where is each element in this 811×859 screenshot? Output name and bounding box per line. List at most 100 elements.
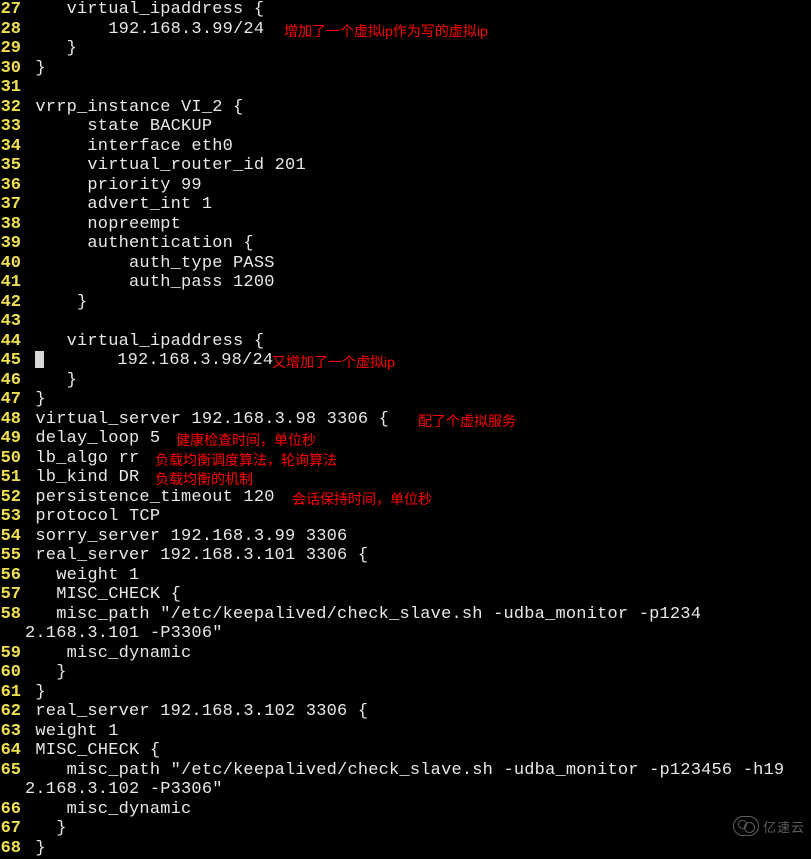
annotation-text: 增加了一个虚拟ip作为写的虚拟ip (284, 21, 488, 41)
code-text: 192.168.3.98/24 (44, 351, 273, 370)
code-text: } (25, 683, 46, 702)
code-text: auth_pass 1200 (25, 273, 275, 292)
code-text: advert_int 1 (25, 195, 212, 214)
code-line[interactable]: 59 misc_dynamic (0, 644, 811, 664)
code-text: priority 99 (25, 176, 202, 195)
code-line[interactable]: 49 delay_loop 5 健康检查时间，单位秒 (0, 429, 811, 449)
code-line[interactable]: 63 weight 1 (0, 722, 811, 742)
line-number: 63 (0, 722, 25, 741)
code-line[interactable]: 33 state BACKUP (0, 117, 811, 137)
code-line[interactable]: 31 (0, 78, 811, 98)
code-line[interactable]: 43 (0, 312, 811, 332)
code-text: misc_path "/etc/keepalived/check_slave.s… (25, 605, 701, 624)
line-number: 52 (0, 488, 25, 507)
line-number: 37 (0, 195, 25, 214)
code-line[interactable]: 56 weight 1 (0, 566, 811, 586)
code-line[interactable]: 38 nopreempt (0, 215, 811, 235)
code-line[interactable]: 30 } (0, 59, 811, 79)
code-line[interactable]: 61 } (0, 683, 811, 703)
code-text: } (25, 293, 87, 312)
line-number: 30 (0, 59, 25, 78)
line-number: 49 (0, 429, 25, 448)
code-line[interactable]: 66 misc_dynamic (0, 800, 811, 820)
code-line[interactable]: 37 advert_int 1 (0, 195, 811, 215)
code-text: } (25, 819, 67, 838)
line-number: 41 (0, 273, 25, 292)
code-text: delay_loop 5 (25, 429, 160, 448)
code-line[interactable]: 68 } (0, 839, 811, 859)
code-line[interactable]: 35 virtual_router_id 201 (0, 156, 811, 176)
code-line[interactable]: 32 vrrp_instance VI_2 { (0, 98, 811, 118)
line-number: 65 (0, 761, 25, 780)
code-line[interactable]: 34 interface eth0 (0, 137, 811, 157)
code-line[interactable]: 60 } (0, 663, 811, 683)
annotation-text: 又增加了一个虚拟ip (272, 352, 395, 372)
code-line[interactable]: 58 misc_path "/etc/keepalived/check_slav… (0, 605, 811, 625)
annotation-text: 配了个虚拟服务 (418, 411, 516, 431)
code-line[interactable]: 44 virtual_ipaddress { (0, 332, 811, 352)
code-line[interactable]: 54 sorry_server 192.168.3.99 3306 (0, 527, 811, 547)
annotation-text: 负载均衡的机制 (155, 469, 253, 489)
code-line[interactable]: 36 priority 99 (0, 176, 811, 196)
code-line[interactable]: 67 } (0, 819, 811, 839)
code-text: virtual_ipaddress { (25, 332, 264, 351)
code-text: 2.168.3.102 -P3306" (25, 780, 223, 799)
code-line[interactable]: 40 auth_type PASS (0, 254, 811, 274)
code-text: 2.168.3.101 -P3306" (25, 624, 223, 643)
annotation-text: 健康检查时间，单位秒 (176, 430, 316, 450)
line-number: 34 (0, 137, 25, 156)
code-line[interactable]: 51 lb_kind DR负载均衡的机制 (0, 468, 811, 488)
line-number: 47 (0, 390, 25, 409)
code-text: auth_type PASS (25, 254, 275, 273)
line-number: 40 (0, 254, 25, 273)
code-text: } (25, 371, 77, 390)
code-text: MISC_CHECK { (25, 585, 181, 604)
code-line[interactable]: 65 misc_path "/etc/keepalived/check_slav… (0, 761, 811, 781)
code-text: vrrp_instance VI_2 { (25, 98, 243, 117)
line-number: 57 (0, 585, 25, 604)
code-text: weight 1 (25, 566, 139, 585)
code-line[interactable]: 55 real_server 192.168.3.101 3306 { (0, 546, 811, 566)
code-line[interactable]: 45 192.168.3.98/24又增加了一个虚拟ip (0, 351, 811, 371)
line-number: 64 (0, 741, 25, 760)
line-number: 38 (0, 215, 25, 234)
line-number: 53 (0, 507, 25, 526)
line-number: 29 (0, 39, 25, 58)
code-line[interactable]: 28 192.168.3.99/24增加了一个虚拟ip作为写的虚拟ip (0, 20, 811, 40)
line-number: 48 (0, 410, 25, 429)
code-text: sorry_server 192.168.3.99 3306 (25, 527, 347, 546)
code-line[interactable]: 53 protocol TCP (0, 507, 811, 527)
code-line-wrap[interactable]: 2.168.3.101 -P3306" (0, 624, 811, 644)
line-number: 35 (0, 156, 25, 175)
line-number: 45 (0, 351, 25, 370)
annotation-text: 负载均衡调度算法，轮询算法 (155, 450, 337, 470)
line-number: 60 (0, 663, 25, 682)
code-line[interactable]: 48 virtual_server 192.168.3.98 3306 { 配了个… (0, 410, 811, 430)
code-editor[interactable]: 27 virtual_ipaddress {28 192.168.3.99/24… (0, 0, 811, 858)
code-line[interactable]: 62 real_server 192.168.3.102 3306 { (0, 702, 811, 722)
code-line[interactable]: 52 persistence_timeout 120会话保持时间，单位秒 (0, 488, 811, 508)
code-line[interactable]: 41 auth_pass 1200 (0, 273, 811, 293)
code-line-wrap[interactable]: 2.168.3.102 -P3306" (0, 780, 811, 800)
annotation-text: 会话保持时间，单位秒 (292, 489, 432, 509)
cloud-icon (733, 816, 759, 836)
code-text: } (25, 663, 67, 682)
code-line[interactable]: 29 } (0, 39, 811, 59)
code-text: real_server 192.168.3.101 3306 { (25, 546, 368, 565)
code-line[interactable]: 50 lb_algo rr负载均衡调度算法，轮询算法 (0, 449, 811, 469)
code-text: } (25, 59, 46, 78)
code-line[interactable]: 39 authentication { (0, 234, 811, 254)
code-line[interactable]: 64 MISC_CHECK { (0, 741, 811, 761)
line-number: 43 (0, 312, 25, 331)
code-text: virtual_router_id 201 (25, 156, 306, 175)
code-text: protocol TCP (25, 507, 160, 526)
code-line[interactable]: 57 MISC_CHECK { (0, 585, 811, 605)
line-number: 61 (0, 683, 25, 702)
code-text: virtual_server 192.168.3.98 3306 { (25, 410, 389, 429)
code-line[interactable]: 42 } (0, 293, 811, 313)
line-number: 46 (0, 371, 25, 390)
code-line[interactable]: 27 virtual_ipaddress { (0, 0, 811, 20)
code-line[interactable]: 47 } (0, 390, 811, 410)
code-text: nopreempt (25, 215, 181, 234)
code-line[interactable]: 46 } (0, 371, 811, 391)
